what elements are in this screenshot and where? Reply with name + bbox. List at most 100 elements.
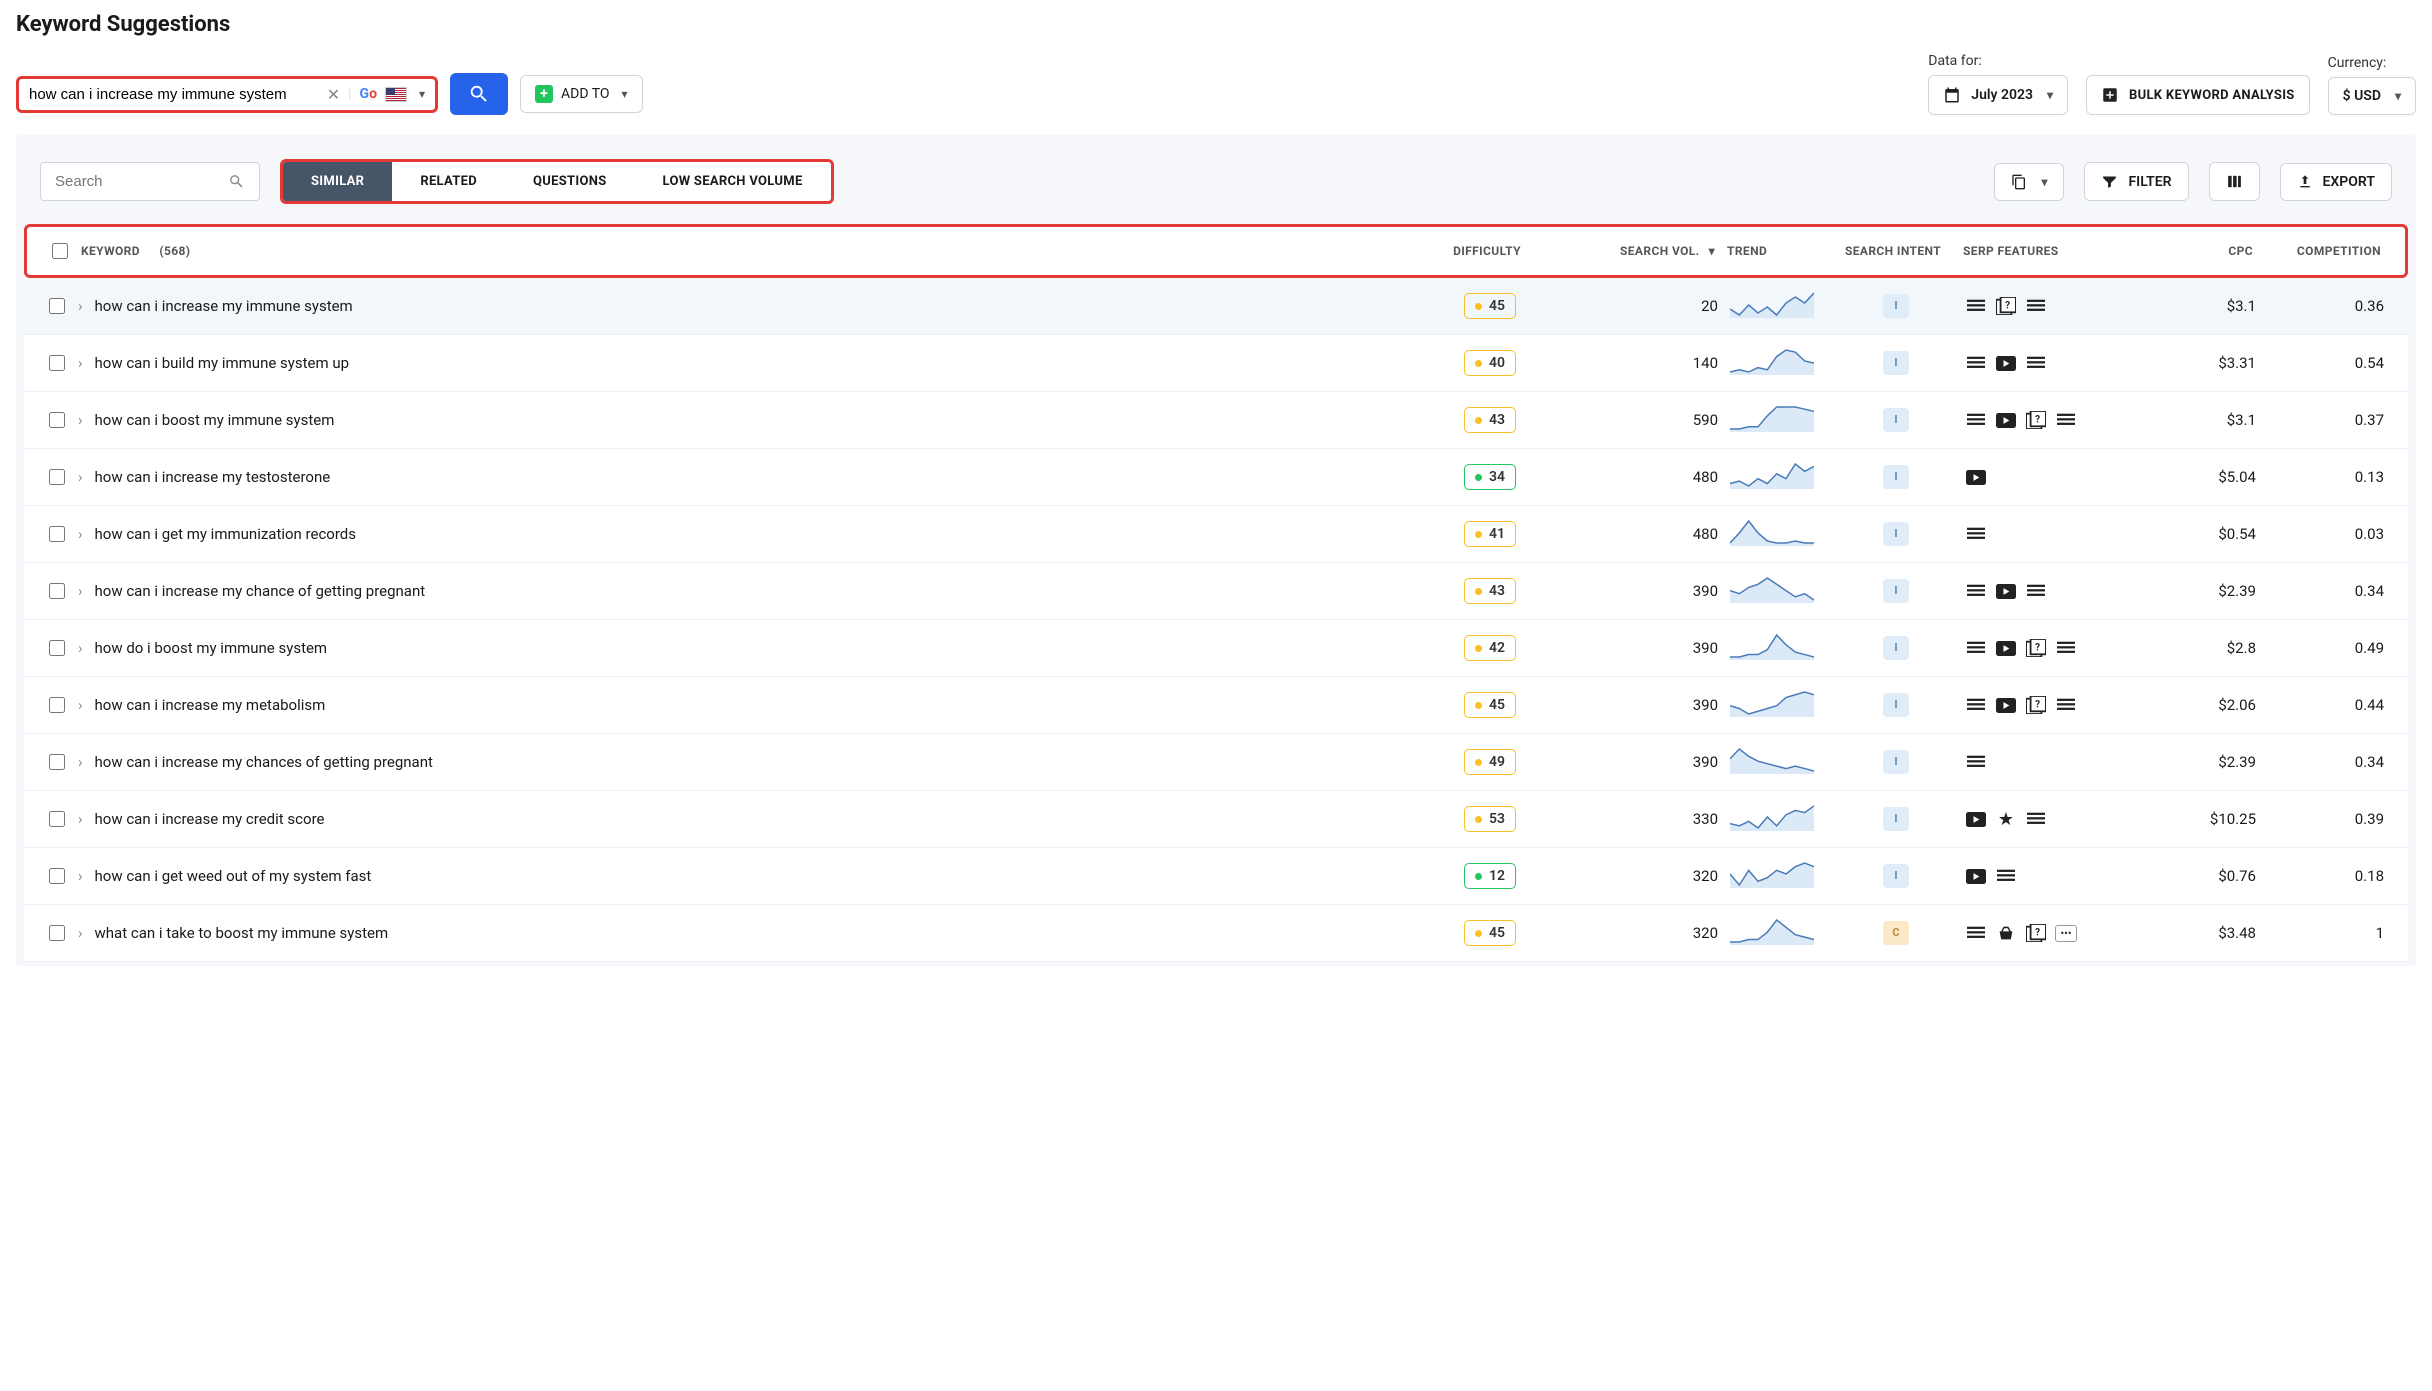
expand-icon[interactable]: › [78, 468, 83, 486]
search-icon[interactable] [228, 173, 245, 190]
competition-value: 0.39 [2266, 810, 2396, 828]
search-volume: 320 [1560, 867, 1730, 885]
trend-sparkline [1730, 347, 1826, 379]
keyword-text[interactable]: how can i increase my metabolism [95, 696, 326, 714]
expand-icon[interactable]: › [78, 639, 83, 657]
expand-icon[interactable]: › [78, 924, 83, 942]
expand-icon[interactable]: › [78, 411, 83, 429]
trend-sparkline [1730, 404, 1826, 436]
difficulty-pill: 49 [1464, 749, 1516, 775]
filter-button[interactable]: FILTER [2084, 162, 2188, 201]
serp-features [1966, 582, 2146, 600]
keyword-text[interactable]: how can i increase my chances of getting… [95, 753, 433, 771]
row-checkbox[interactable] [49, 697, 65, 713]
keyword-text[interactable]: how can i get weed out of my system fast [95, 867, 372, 885]
competition-value: 1 [2266, 924, 2396, 942]
row-checkbox[interactable] [49, 469, 65, 485]
col-cpc[interactable]: CPC [2143, 244, 2263, 258]
col-keyword[interactable]: KEYWORD (568) [81, 244, 1417, 258]
row-checkbox[interactable] [49, 868, 65, 884]
keyword-text[interactable]: what can i take to boost my immune syste… [95, 924, 389, 942]
serp-lines-icon [1966, 354, 1986, 372]
columns-button[interactable] [2209, 162, 2260, 201]
row-checkbox[interactable] [49, 298, 65, 314]
expand-icon[interactable]: › [78, 582, 83, 600]
row-checkbox[interactable] [49, 811, 65, 827]
bulk-analysis-button[interactable]: BULK KEYWORD ANALYSIS [2086, 75, 2310, 115]
export-button[interactable]: EXPORT [2280, 163, 2392, 201]
table-search-input[interactable] [55, 173, 215, 190]
keyword-text[interactable]: how can i get my immunization records [95, 525, 357, 543]
col-difficulty[interactable]: DIFFICULTY [1417, 244, 1557, 258]
difficulty-pill: 53 [1464, 806, 1516, 832]
col-competition[interactable]: COMPETITION [2263, 244, 2393, 258]
col-intent[interactable]: SEARCH INTENT [1823, 244, 1963, 258]
cpc-value: $0.76 [2146, 867, 2266, 885]
keyword-text[interactable]: how can i increase my immune system [95, 297, 353, 315]
keyword-text[interactable]: how can i increase my chance of getting … [95, 582, 426, 600]
serp-lines2-icon [2026, 582, 2046, 600]
serp-features: ★ [1966, 810, 2146, 828]
row-checkbox[interactable] [49, 583, 65, 599]
serp-lines2-icon [2056, 639, 2076, 657]
competition-value: 0.18 [2266, 867, 2396, 885]
intent-pill: C [1883, 921, 1909, 945]
expand-icon[interactable]: › [78, 354, 83, 372]
serp-video-icon [1996, 354, 2016, 372]
keyword-input[interactable] [29, 86, 319, 103]
tab-similar[interactable]: SIMILAR [283, 162, 392, 201]
expand-icon[interactable]: › [78, 525, 83, 543]
trend-sparkline [1730, 518, 1826, 550]
date-picker[interactable]: July 2023 ▾ [1928, 75, 2068, 115]
row-checkbox[interactable] [49, 412, 65, 428]
serp-lines2-icon [2026, 810, 2046, 828]
serp-features: ? [1966, 297, 2146, 315]
search-volume: 330 [1560, 810, 1730, 828]
row-checkbox[interactable] [49, 640, 65, 656]
col-serp[interactable]: SERP FEATURES [1963, 244, 2143, 258]
col-search-vol[interactable]: SEARCH VOL.▾ [1557, 244, 1727, 258]
competition-value: 0.13 [2266, 468, 2396, 486]
table-row: › how can i increase my credit score 53 … [24, 791, 2408, 848]
search-volume: 140 [1560, 354, 1730, 372]
select-all-checkbox[interactable] [52, 243, 68, 259]
expand-icon[interactable]: › [78, 867, 83, 885]
chevron-down-icon[interactable]: ▾ [419, 87, 425, 101]
calendar-icon [1943, 86, 1961, 104]
row-checkbox[interactable] [49, 526, 65, 542]
tab-related[interactable]: RELATED [392, 162, 505, 201]
chevron-down-icon: ▾ [2047, 88, 2053, 102]
serp-video-icon [1996, 582, 2016, 600]
row-checkbox[interactable] [49, 355, 65, 371]
copy-button[interactable]: ▾ [1994, 163, 2064, 201]
row-checkbox[interactable] [49, 925, 65, 941]
expand-icon[interactable]: › [78, 297, 83, 315]
row-checkbox[interactable] [49, 754, 65, 770]
expand-icon[interactable]: › [78, 810, 83, 828]
us-flag-icon[interactable] [385, 87, 407, 102]
keyword-text[interactable]: how can i increase my credit score [95, 810, 325, 828]
competition-value: 0.44 [2266, 696, 2396, 714]
cpc-value: $3.1 [2146, 297, 2266, 315]
clear-icon[interactable]: ✕ [327, 85, 340, 104]
cpc-value: $3.31 [2146, 354, 2266, 372]
keyword-text[interactable]: how can i build my immune system up [95, 354, 350, 372]
serp-lines-icon [1966, 297, 1986, 315]
tab-questions[interactable]: QUESTIONS [505, 162, 635, 201]
col-trend[interactable]: TREND [1727, 244, 1823, 258]
expand-icon[interactable]: › [78, 696, 83, 714]
keyword-text[interactable]: how do i boost my immune system [95, 639, 328, 657]
add-to-button[interactable]: + ADD TO ▾ [520, 75, 643, 113]
keyword-text[interactable]: how can i boost my immune system [95, 411, 335, 429]
serp-video-icon [1966, 468, 1986, 486]
keyword-text[interactable]: how can i increase my testosterone [95, 468, 331, 486]
cpc-value: $10.25 [2146, 810, 2266, 828]
search-volume: 390 [1560, 582, 1730, 600]
difficulty-pill: 45 [1464, 692, 1516, 718]
cpc-value: $3.1 [2146, 411, 2266, 429]
search-button[interactable] [450, 73, 508, 115]
expand-icon[interactable]: › [78, 753, 83, 771]
currency-picker[interactable]: $ USD ▾ [2328, 77, 2416, 115]
tab-low-volume[interactable]: LOW SEARCH VOLUME [635, 162, 831, 201]
plus-icon: + [535, 85, 553, 103]
